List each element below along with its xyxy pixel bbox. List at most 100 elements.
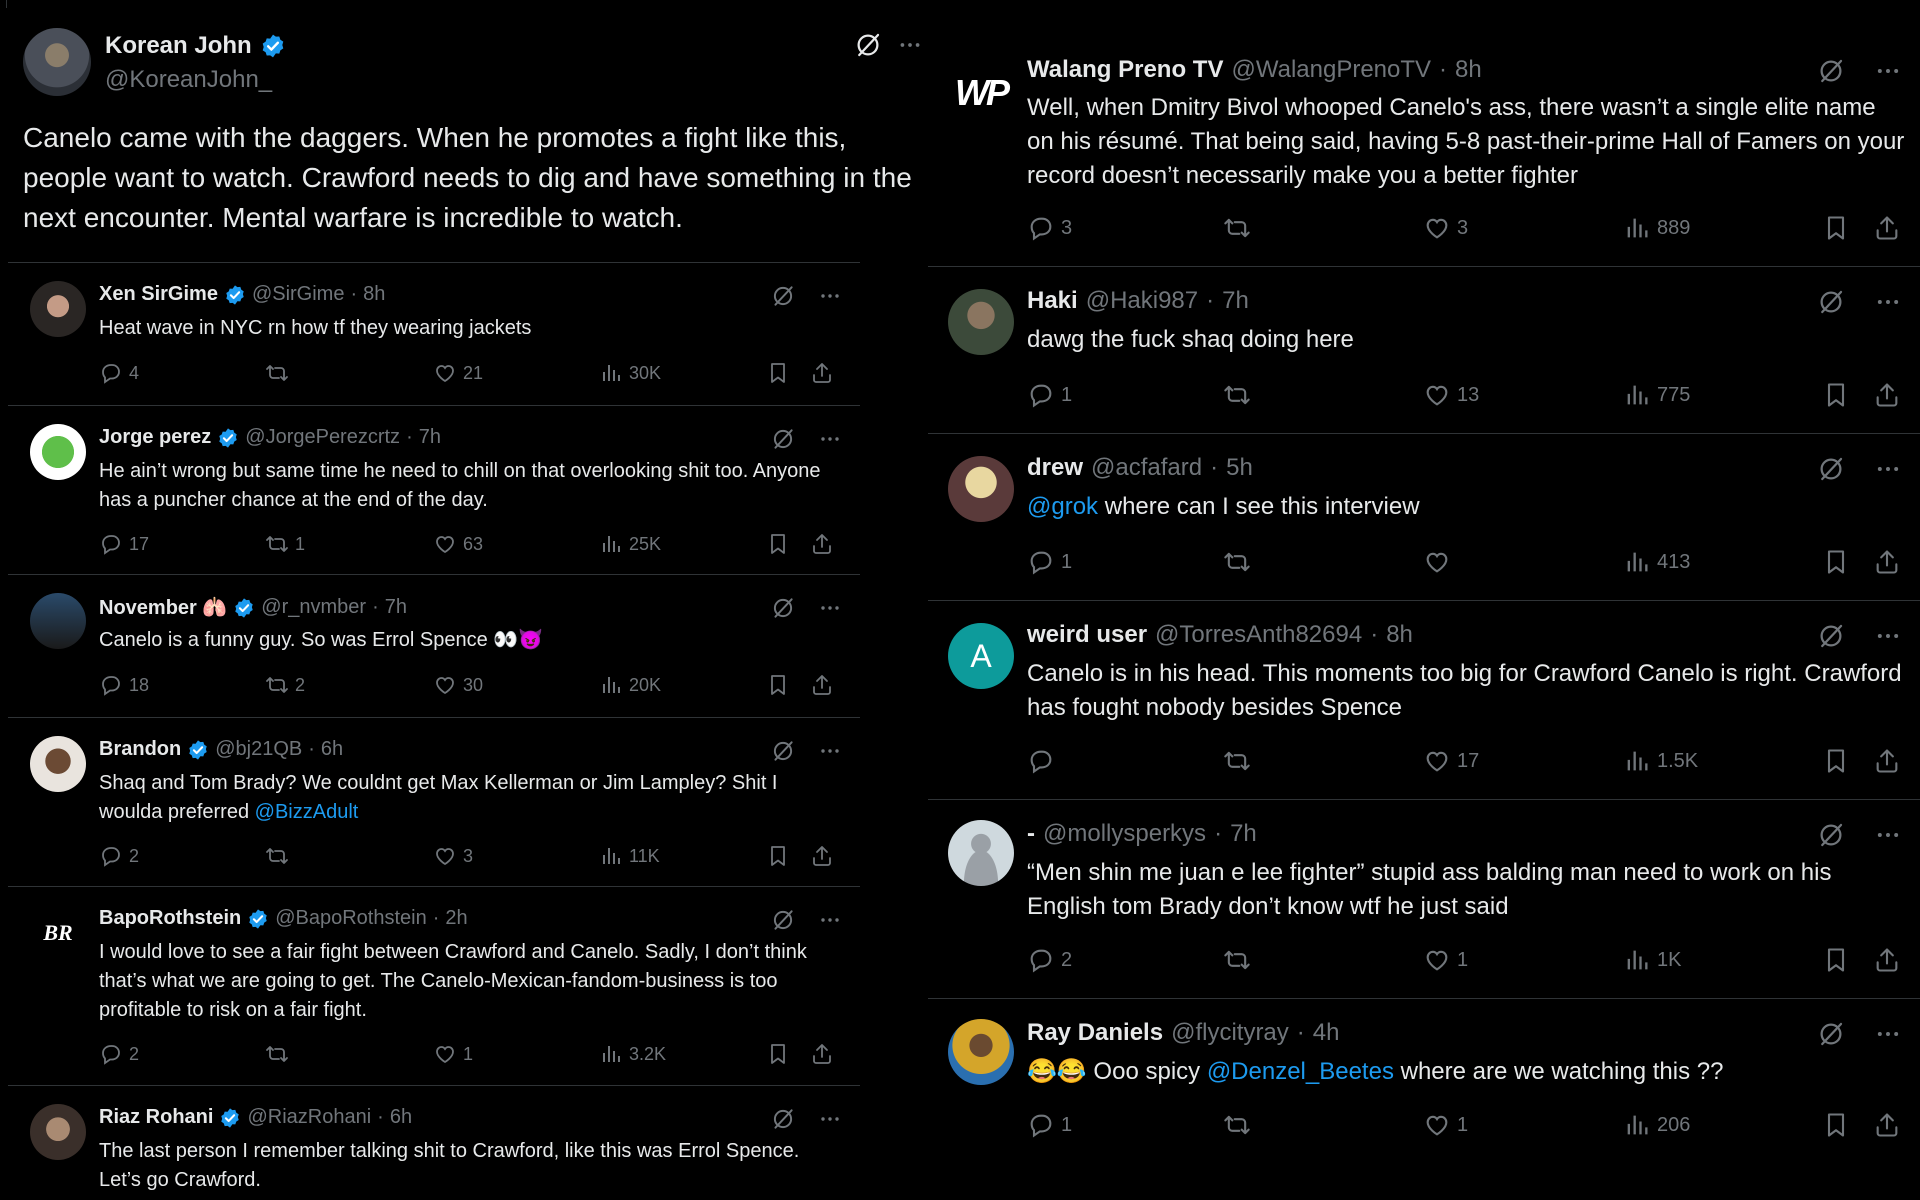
like-button[interactable]: 3	[433, 844, 473, 868]
more-icon[interactable]	[1874, 821, 1902, 849]
reply-item[interactable]: Xen SirGime @SirGime · 8h Heat wave in N…	[8, 263, 860, 405]
author-handle[interactable]: @flycityray	[1171, 1019, 1289, 1047]
more-icon[interactable]	[818, 1107, 842, 1131]
author-name[interactable]: Korean John	[105, 32, 286, 60]
reply-button[interactable]: 1	[1027, 381, 1072, 409]
avatar[interactable]: BR	[30, 905, 86, 961]
more-icon[interactable]	[1874, 288, 1902, 316]
timestamp[interactable]: 7h	[419, 426, 441, 449]
author-handle[interactable]: @acfafard	[1091, 454, 1202, 482]
timestamp[interactable]: 7h	[1222, 287, 1249, 315]
bookmark-button[interactable]	[1822, 747, 1850, 775]
timestamp[interactable]: 7h	[1230, 820, 1257, 848]
author-handle[interactable]: @KoreanJohn_	[105, 66, 272, 94]
timestamp[interactable]: 8h	[363, 283, 385, 306]
reply-button[interactable]: 18	[99, 673, 149, 697]
timestamp[interactable]: 8h	[1455, 56, 1482, 84]
author-handle[interactable]: @mollysperkys	[1043, 820, 1206, 848]
repost-button[interactable]	[1223, 214, 1257, 242]
more-icon[interactable]	[1874, 57, 1902, 85]
avatar[interactable]: WP	[948, 60, 1014, 126]
repost-button[interactable]	[1223, 381, 1257, 409]
author-name[interactable]: Brandon	[99, 738, 181, 761]
views-button[interactable]: 25K	[599, 532, 661, 556]
views-button[interactable]: 413	[1623, 548, 1690, 576]
mention-link[interactable]: @grok	[1027, 493, 1098, 520]
share-button[interactable]	[1873, 747, 1901, 775]
grok-icon[interactable]	[1816, 56, 1846, 86]
more-icon[interactable]	[818, 596, 842, 620]
reply-button[interactable]: 2	[99, 1042, 139, 1066]
more-icon[interactable]	[818, 739, 842, 763]
grok-icon[interactable]	[770, 738, 796, 764]
avatar[interactable]	[948, 1019, 1014, 1085]
reply-button[interactable]: 3	[1027, 214, 1072, 242]
author-handle[interactable]: @RiazRohani	[247, 1106, 371, 1129]
repost-button[interactable]	[265, 361, 295, 385]
timestamp[interactable]: 7h	[385, 596, 407, 619]
repost-button[interactable]	[265, 844, 295, 868]
grok-icon[interactable]	[1816, 621, 1846, 651]
timestamp[interactable]: 4h	[1313, 1019, 1340, 1047]
avatar[interactable]	[948, 289, 1014, 355]
timestamp[interactable]: 6h	[321, 738, 343, 761]
more-icon[interactable]	[818, 284, 842, 308]
views-button[interactable]: 1K	[1623, 946, 1681, 974]
views-button[interactable]: 1.5K	[1623, 747, 1698, 775]
like-button[interactable]: 1	[1423, 946, 1468, 974]
bookmark-button[interactable]	[1822, 1111, 1850, 1139]
like-button[interactable]: 63	[433, 532, 483, 556]
like-button[interactable]: 17	[1423, 747, 1479, 775]
repost-button[interactable]: 1	[265, 532, 305, 556]
views-button[interactable]: 11K	[599, 844, 660, 868]
reply-button[interactable]: 17	[99, 532, 149, 556]
like-button[interactable]: 30	[433, 673, 483, 697]
author-name[interactable]: drew	[1027, 454, 1083, 482]
reply-item[interactable]: - @mollysperkys · 7h “Men shin me juan e…	[928, 800, 1920, 998]
repost-button[interactable]	[1223, 1111, 1257, 1139]
bookmark-button[interactable]	[766, 844, 790, 868]
reply-button[interactable]: 2	[1027, 946, 1072, 974]
bookmark-button[interactable]	[766, 361, 790, 385]
like-button[interactable]: 3	[1423, 214, 1468, 242]
share-button[interactable]	[1873, 1111, 1901, 1139]
grok-icon[interactable]	[1816, 1019, 1846, 1049]
like-button[interactable]: 13	[1423, 381, 1479, 409]
timestamp[interactable]: 2h	[445, 907, 467, 930]
share-button[interactable]	[810, 361, 834, 385]
reply-item[interactable]: drew @acfafard · 5h @grok where can I se…	[928, 434, 1920, 600]
avatar[interactable]	[23, 28, 91, 96]
avatar[interactable]	[30, 424, 86, 480]
repost-button[interactable]	[1223, 747, 1257, 775]
bookmark-button[interactable]	[1822, 214, 1850, 242]
views-button[interactable]: 206	[1623, 1111, 1690, 1139]
reply-button[interactable]: 2	[99, 844, 139, 868]
grok-icon[interactable]	[770, 907, 796, 933]
author-handle[interactable]: @SirGime	[252, 283, 345, 306]
share-button[interactable]	[1873, 548, 1901, 576]
like-button[interactable]: 21	[433, 361, 483, 385]
timestamp[interactable]: 5h	[1226, 454, 1253, 482]
mention-link[interactable]: @BizzAdult	[255, 801, 359, 823]
reply-item[interactable]: Riaz Rohani @RiazRohani · 6h The last pe…	[8, 1086, 860, 1200]
avatar[interactable]	[30, 736, 86, 792]
grok-icon[interactable]	[770, 426, 796, 452]
reply-item[interactable]: Ray Daniels @flycityray · 4h 😂😂 Ooo spic…	[928, 999, 1920, 1200]
bookmark-button[interactable]	[1822, 946, 1850, 974]
avatar[interactable]	[30, 281, 86, 337]
author-name[interactable]: Walang Preno TV	[1027, 56, 1223, 84]
bookmark-button[interactable]	[1822, 381, 1850, 409]
reply-item[interactable]: WP Walang Preno TV @WalangPrenoTV · 8h W…	[928, 0, 1920, 266]
bookmark-button[interactable]	[766, 1042, 790, 1066]
grok-icon[interactable]	[853, 30, 883, 60]
reply-item[interactable]: Brandon @bj21QB · 6h Shaq and Tom Brady?…	[8, 718, 860, 886]
author-name[interactable]: Ray Daniels	[1027, 1019, 1163, 1047]
more-icon[interactable]	[897, 32, 923, 58]
reply-item[interactable]: Jorge perez @JorgePerezcrtz · 7h He ain’…	[8, 406, 860, 574]
bookmark-button[interactable]	[766, 673, 790, 697]
reply-button[interactable]: 1	[1027, 548, 1072, 576]
reply-button[interactable]: 1	[1027, 1111, 1072, 1139]
avatar[interactable]	[30, 1104, 86, 1160]
like-button[interactable]	[1423, 548, 1457, 576]
repost-button[interactable]: 2	[265, 673, 305, 697]
